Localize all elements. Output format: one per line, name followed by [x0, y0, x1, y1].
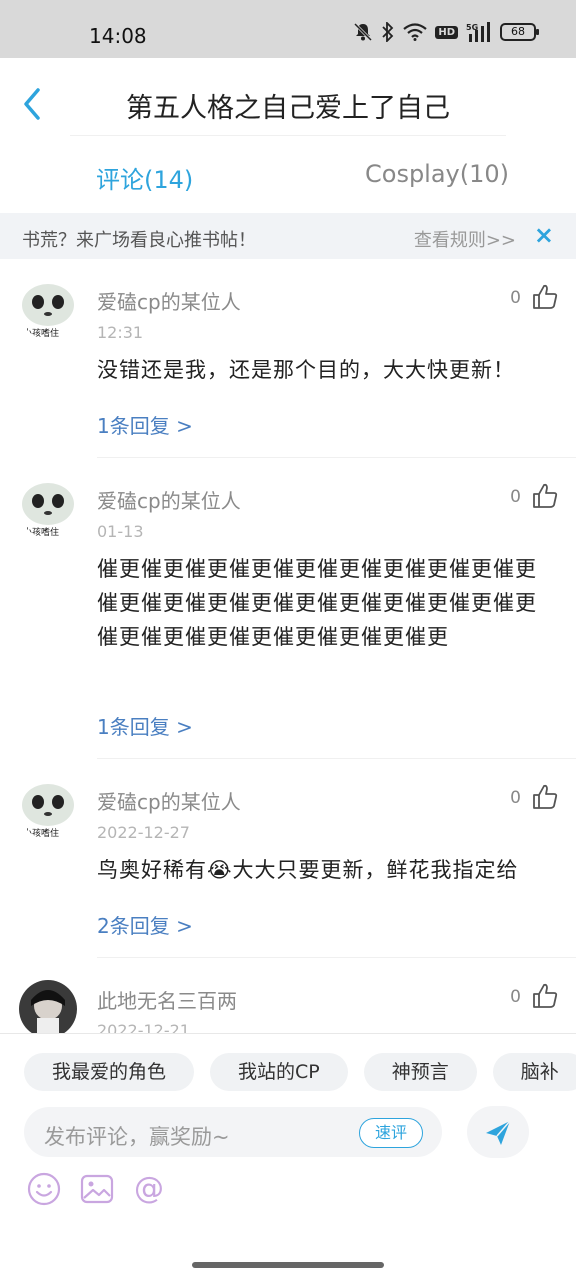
- avatar[interactable]: 小孩嗜住: [19, 781, 77, 839]
- thumbs-up-icon[interactable]: [531, 482, 559, 510]
- thumbs-up-icon[interactable]: [531, 783, 559, 811]
- status-time: 14:08: [89, 24, 147, 48]
- bluetooth-icon: [382, 22, 394, 42]
- avatar[interactable]: 小孩嗜住: [19, 480, 77, 538]
- like-count: 0: [510, 987, 521, 1007]
- svg-text:@: @: [134, 1171, 164, 1206]
- emoji-icon[interactable]: [26, 1171, 62, 1207]
- comment-username[interactable]: 此地无名三百两: [97, 985, 237, 1014]
- header-divider: [70, 135, 506, 136]
- mute-bell-icon: [354, 22, 373, 42]
- comment-text: 鸟奥好稀有😭大大只要更新，鲜花我指定给: [97, 858, 519, 882]
- comment-divider: [97, 457, 576, 458]
- comment-time: 2022-12-27: [97, 823, 190, 842]
- chip-favorite-character[interactable]: 我最爱的角色: [24, 1053, 195, 1091]
- view-replies-link[interactable]: 1条回复 >: [97, 410, 193, 439]
- chip-my-cp[interactable]: 我站的CP: [210, 1053, 348, 1091]
- thumbs-up-icon[interactable]: [531, 982, 559, 1010]
- chip-prophecy[interactable]: 神预言: [363, 1053, 477, 1091]
- comment-text: 没错还是我，还是那个目的，大大快更新！: [97, 358, 515, 382]
- avatar-caption: 小孩嗜住: [23, 528, 60, 538]
- comment-input-placeholder[interactable]: 发布评论，赢奖励~: [44, 1121, 230, 1151]
- like-count: 0: [510, 788, 521, 808]
- quick-comment-button[interactable]: 速评: [359, 1118, 423, 1148]
- mention-icon[interactable]: @: [131, 1171, 167, 1207]
- like-count: 0: [510, 487, 521, 507]
- comment-divider: [97, 957, 576, 958]
- avatar-caption: 小孩嗜住: [23, 829, 60, 839]
- send-icon: [486, 1120, 511, 1145]
- view-replies-link[interactable]: 1条回复 >: [97, 711, 193, 740]
- status-bar: 14:08 HD 5G 68: [0, 0, 576, 58]
- view-replies-link[interactable]: 2条回复 >: [97, 910, 193, 939]
- comment-time: 12:31: [97, 323, 144, 342]
- close-icon[interactable]: ×: [534, 222, 554, 248]
- promo-banner[interactable]: 书荒？来广场看良心推书帖！ 查看规则>> ×: [0, 213, 576, 259]
- tab-cosplay[interactable]: Cosplay(10): [365, 160, 509, 188]
- topic-chips: 我最爱的角色 我站的CP 神预言 脑补: [24, 1053, 576, 1091]
- thumbs-up-icon[interactable]: [531, 283, 559, 311]
- page-title: 第五人格之自己爱上了自己: [126, 93, 450, 124]
- hd-badge: HD: [435, 25, 458, 39]
- comment-username[interactable]: 爱磕cp的某位人: [97, 786, 241, 815]
- chip-imagination[interactable]: 脑补: [492, 1053, 576, 1091]
- like-count: 0: [510, 288, 521, 308]
- banner-text[interactable]: 书荒？来广场看良心推书帖！: [22, 226, 256, 252]
- image-icon[interactable]: [79, 1171, 115, 1207]
- avatar[interactable]: 小孩嗜住: [19, 281, 77, 339]
- comment-text: 催更催更催更催更催更催更催更催更催更催更催更催更催更催更催更催更催更催更催更催更…: [97, 557, 537, 649]
- comment-divider: [97, 758, 576, 759]
- wifi-icon: [403, 23, 428, 41]
- tab-comments[interactable]: 评论(14): [96, 160, 193, 195]
- avatar[interactable]: [19, 980, 77, 1038]
- comment-time: 01-13: [97, 522, 144, 541]
- back-arrow-icon[interactable]: [18, 86, 48, 122]
- avatar-caption: 小孩嗜住: [23, 329, 60, 339]
- comment-username[interactable]: 爱磕cp的某位人: [97, 286, 241, 315]
- status-icons: HD 5G 68: [353, 22, 539, 42]
- home-indicator: [192, 1262, 384, 1268]
- avatar-photo: [19, 980, 77, 1038]
- send-button[interactable]: [467, 1106, 529, 1158]
- signal-icon: 5G: [466, 22, 490, 42]
- battery-icon: 68: [500, 23, 539, 41]
- comment-username[interactable]: 爱磕cp的某位人: [97, 485, 241, 514]
- view-rules-link[interactable]: 查看规则>>: [414, 226, 516, 252]
